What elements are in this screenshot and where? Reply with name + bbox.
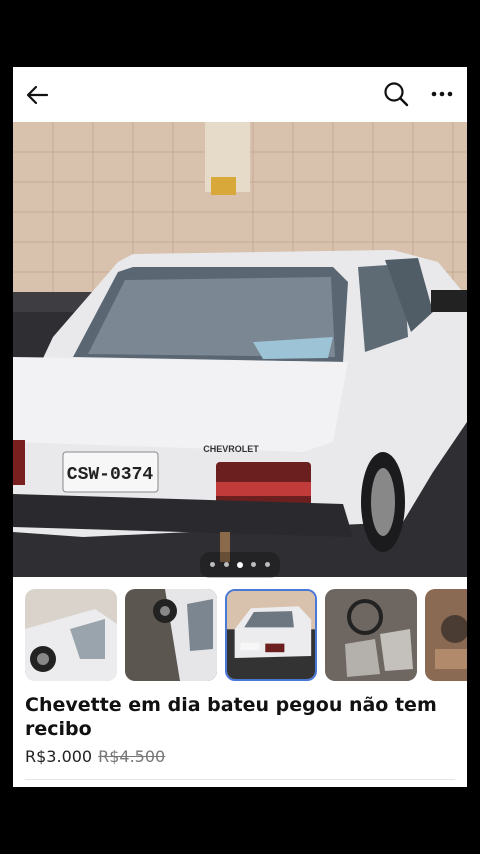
listing-screen: CSW-0374 CHEVROLET Chevette em dia bateu… — [13, 67, 467, 787]
license-plate-text: CSW-0374 — [67, 465, 154, 485]
thumbnail-3[interactable] — [225, 589, 317, 681]
car-rear-photo: CSW-0374 CHEVROLET — [13, 122, 467, 577]
main-photo[interactable]: CSW-0374 CHEVROLET — [13, 122, 467, 577]
page-dot[interactable] — [264, 562, 270, 568]
thumbnail-2[interactable] — [125, 589, 217, 681]
more-horizontal-icon[interactable] — [429, 81, 455, 107]
thumbnail-1[interactable] — [25, 589, 117, 681]
listing-title: Chevette em dia bateu pegou não tem reci… — [25, 694, 437, 740]
search-icon[interactable] — [383, 81, 409, 107]
current-price: R$3.000 — [25, 747, 93, 766]
thumbnail-4[interactable] — [325, 589, 417, 681]
image-pagination — [13, 552, 467, 578]
original-price: R$4.500 — [98, 747, 166, 766]
page-dot[interactable] — [223, 562, 229, 568]
page-dot[interactable] — [210, 562, 216, 568]
thumbnail-strip — [25, 589, 467, 681]
divider — [25, 779, 455, 780]
price-row: R$3.000 R$4.500 — [25, 747, 165, 766]
arrow-left-icon[interactable] — [25, 82, 51, 108]
page-dot[interactable] — [251, 562, 257, 568]
page-dot-active[interactable] — [237, 561, 243, 568]
top-bar — [13, 67, 467, 122]
thumbnail-5[interactable] — [425, 589, 467, 681]
brand-badge-text: CHEVROLET — [203, 444, 259, 454]
